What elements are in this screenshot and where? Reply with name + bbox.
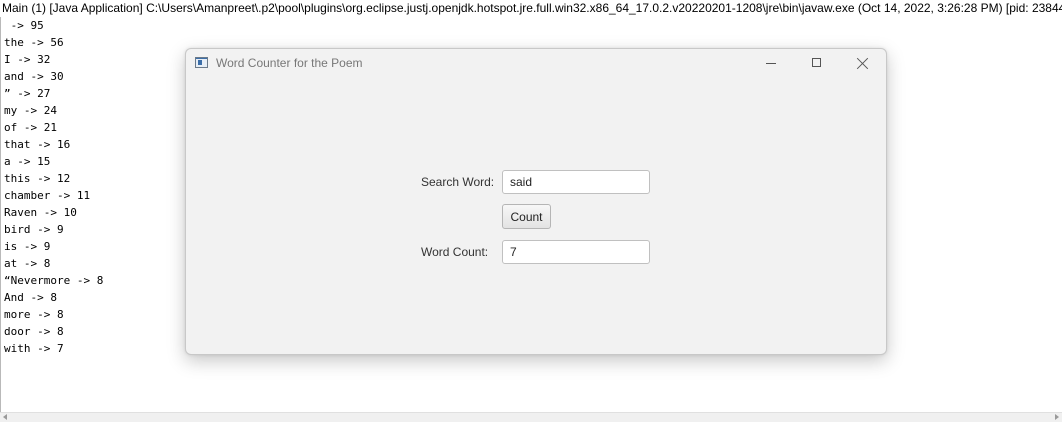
- console-line: that -> 16: [4, 138, 71, 151]
- console-line: door -> 8: [4, 325, 64, 338]
- maximize-icon: [812, 58, 821, 67]
- console-line: chamber -> 11: [4, 189, 91, 202]
- console-line: I -> 32: [4, 53, 51, 66]
- window-title: Word Counter for the Poem: [216, 56, 363, 70]
- console-line: ” -> 27: [4, 87, 51, 100]
- word-count-field[interactable]: [502, 240, 650, 264]
- console-line: -> 95: [4, 19, 44, 32]
- minimize-button[interactable]: [748, 49, 794, 79]
- scroll-left-icon[interactable]: [3, 414, 7, 420]
- console-line: “Nevermore -> 8: [4, 274, 104, 287]
- console-line: with -> 7: [4, 342, 64, 355]
- count-button[interactable]: Count: [502, 204, 551, 229]
- scroll-right-icon[interactable]: [1055, 414, 1059, 420]
- console-line: at -> 8: [4, 257, 51, 270]
- search-word-input[interactable]: [502, 170, 650, 194]
- console-line: my -> 24: [4, 104, 57, 117]
- console-line: and -> 30: [4, 70, 64, 83]
- search-word-label: Search Word:: [421, 175, 495, 189]
- console-line: the -> 56: [4, 36, 64, 49]
- console-line: more -> 8: [4, 308, 64, 321]
- console-line: is -> 9: [4, 240, 51, 253]
- console-line: this -> 12: [4, 172, 71, 185]
- console-title: Main (1) [Java Application] C:\Users\Ama…: [0, 0, 1062, 16]
- console-line: And -> 8: [4, 291, 57, 304]
- minimize-icon: [766, 63, 776, 64]
- maximize-button[interactable]: [794, 49, 840, 79]
- close-icon: [857, 57, 869, 69]
- java-app-icon: [195, 57, 208, 68]
- window-titlebar[interactable]: Word Counter for the Poem: [186, 49, 886, 79]
- console-line: a -> 15: [4, 155, 51, 168]
- close-button[interactable]: [840, 49, 886, 79]
- console-line: of -> 21: [4, 121, 57, 134]
- word-count-label: Word Count:: [421, 245, 489, 259]
- console-line: Raven -> 10: [4, 206, 77, 219]
- console-line: bird -> 9: [4, 223, 64, 236]
- word-counter-window: Word Counter for the Poem Search Word: C…: [185, 48, 887, 355]
